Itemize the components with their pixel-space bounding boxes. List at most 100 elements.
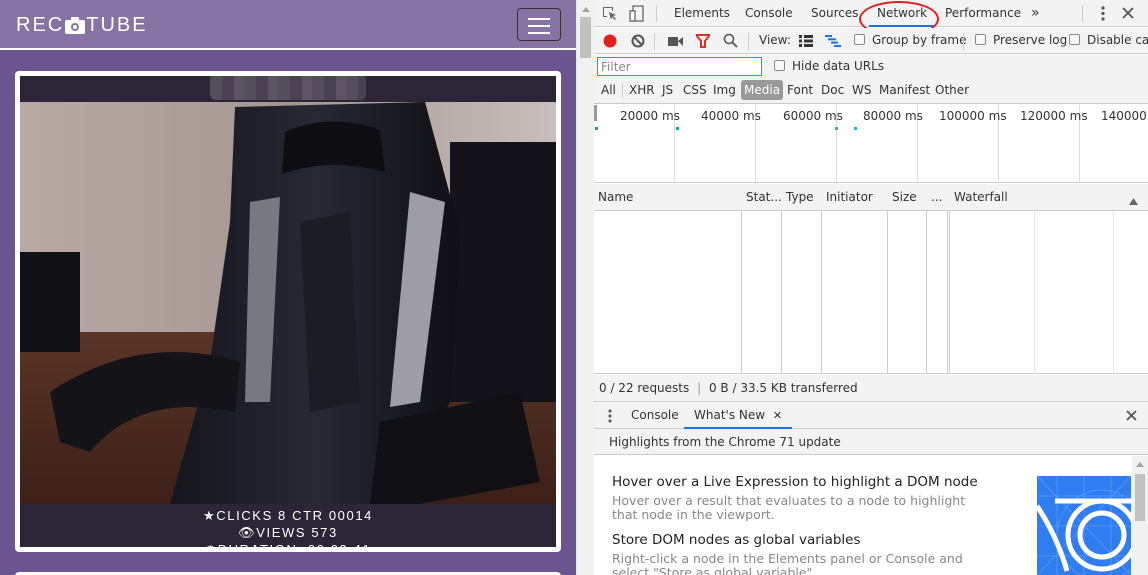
- timeline-tick-label: 120000 ms: [1020, 109, 1088, 123]
- column-type[interactable]: Type: [782, 184, 821, 211]
- tab-performance[interactable]: Performance: [945, 0, 1021, 27]
- network-overview-timeline[interactable]: 20000 ms 40000 ms 60000 ms 80000 ms 1000…: [594, 105, 1148, 183]
- page-scrollbar[interactable]: [576, 0, 594, 575]
- filter-input[interactable]: [597, 57, 762, 76]
- drawer-tab-whats-new[interactable]: What's New ✕: [684, 402, 793, 429]
- type-filter-all[interactable]: All: [598, 80, 619, 100]
- hamburger-icon: [528, 32, 550, 34]
- drawer-menu-icon[interactable]: [608, 409, 612, 426]
- filter-bar: Hide data URLs All XHR JS CSS Img Media …: [594, 55, 1148, 104]
- column-status[interactable]: Stat...: [742, 184, 781, 211]
- tab-sources[interactable]: Sources: [811, 0, 858, 27]
- type-filter-media[interactable]: Media: [741, 80, 784, 100]
- scroll-up-arrow-icon[interactable]: [1136, 462, 1144, 467]
- close-devtools-icon[interactable]: [1122, 7, 1134, 22]
- more-tabs-chevron-icon[interactable]: »: [1031, 0, 1040, 27]
- hamburger-icon: [528, 25, 550, 27]
- hamburger-icon: [528, 18, 550, 20]
- close-tab-icon[interactable]: ✕: [773, 409, 782, 422]
- requests-table: Name Stat... Type Initiator Size ... Wat…: [594, 184, 1148, 374]
- search-icon[interactable]: [723, 33, 738, 51]
- capture-screenshots-icon[interactable]: [668, 36, 683, 50]
- whats-new-item-title: Store DOM nodes as global variables: [612, 532, 861, 548]
- type-filter-img[interactable]: Img: [710, 80, 739, 100]
- disable-cache-checkbox[interactable]: [1069, 34, 1080, 45]
- scrollbar-thumb[interactable]: [1135, 474, 1145, 521]
- whats-new-scrollbar[interactable]: [1132, 456, 1148, 575]
- timeline-tick-label: 60000 ms: [783, 109, 843, 123]
- type-filter-font[interactable]: Font: [784, 80, 816, 100]
- network-toolbar: View: Group by frame Preserve log Disabl…: [594, 28, 1148, 54]
- menu-toggle-button[interactable]: [517, 8, 561, 41]
- device-toolbar-icon[interactable]: [629, 5, 645, 25]
- type-filter-ws[interactable]: WS: [849, 80, 874, 100]
- group-by-frame-checkbox[interactable]: [854, 34, 865, 45]
- preserve-log-checkbox[interactable]: [975, 34, 986, 45]
- type-filter-css[interactable]: CSS: [680, 80, 710, 100]
- views-stat: 👁VIEWS 573: [238, 525, 338, 540]
- network-summary-bar: 0 / 22 requests | 0 B / 33.5 KB transfer…: [594, 375, 1148, 402]
- column-initiator[interactable]: Initiator: [822, 184, 887, 211]
- column-time[interactable]: ...: [927, 184, 947, 211]
- request-marker: [595, 127, 598, 130]
- timeline-tick-label: 40000 ms: [701, 109, 761, 123]
- requests-table-header: Name Stat... Type Initiator Size ... Wat…: [594, 184, 1148, 211]
- sort-ascending-icon[interactable]: [1129, 194, 1138, 208]
- request-marker: [676, 127, 679, 130]
- column-waterfall[interactable]: Waterfall: [950, 184, 1120, 211]
- whats-new-item-desc: Hover over a result that evaluates to a …: [612, 493, 966, 522]
- type-filter-js[interactable]: JS: [659, 80, 676, 100]
- camera-icon: [65, 17, 86, 34]
- request-marker: [835, 127, 838, 130]
- clicks-ctr-stat: ★CLICKS 8 CTR 00014: [203, 508, 373, 523]
- video-thumbnail[interactable]: [20, 102, 556, 504]
- whats-new-content: Hover over a Live Expression to highligh…: [594, 456, 1148, 575]
- clear-icon[interactable]: [631, 34, 645, 51]
- devtools-panel: Elements Console Sources Network Perform…: [594, 0, 1148, 575]
- brand-logo[interactable]: REC TUBE: [16, 14, 148, 37]
- duration-stat: ◷DURATION: 00:03:41: [20, 541, 556, 547]
- star-icon: ★: [203, 508, 217, 523]
- transferred-size: 0 B / 33.5 KB transferred: [708, 381, 858, 395]
- tab-console[interactable]: Console: [745, 0, 793, 27]
- type-filter-manifest[interactable]: Manifest: [876, 80, 933, 100]
- type-filter-other[interactable]: Other: [932, 80, 972, 100]
- timeline-tick-label: 20000 ms: [620, 109, 680, 123]
- type-filter-doc[interactable]: Doc: [818, 80, 847, 100]
- kebab-menu-icon[interactable]: [1101, 6, 1105, 24]
- large-rows-icon[interactable]: [799, 35, 813, 50]
- tab-network[interactable]: Network: [869, 0, 936, 27]
- chrome-devtools-feature-image: [1037, 476, 1131, 575]
- hide-data-urls-label: Hide data URLs: [792, 59, 885, 73]
- timeline-tick-label: 100000 ms: [939, 109, 1007, 123]
- close-drawer-icon[interactable]: [1126, 410, 1137, 424]
- disable-cache-label: Disable cac: [1087, 33, 1148, 47]
- whats-new-item-desc: Right-click a node in the Elements panel…: [612, 551, 963, 575]
- drawer-tab-console[interactable]: Console: [631, 402, 679, 429]
- video-stats: ★CLICKS 8 CTR 00014 👁VIEWS 573 ◷DURATION…: [20, 504, 556, 547]
- filter-icon[interactable]: [693, 34, 713, 51]
- clock-icon: ◷: [205, 542, 218, 547]
- hide-data-urls-checkbox[interactable]: [774, 60, 785, 71]
- view-label: View:: [759, 33, 791, 47]
- record-icon[interactable]: [603, 34, 617, 51]
- preserve-log-label: Preserve log: [993, 33, 1068, 47]
- eye-icon: 👁: [238, 525, 257, 540]
- blurred-video-title: [210, 76, 366, 100]
- request-marker: [854, 127, 857, 130]
- inspect-element-icon[interactable]: [602, 6, 618, 25]
- column-name[interactable]: Name: [594, 184, 741, 211]
- video-card[interactable]: ★CLICKS 8 CTR 00014 👁VIEWS 573 ◷DURATION…: [15, 71, 561, 552]
- video-title-bar: [20, 76, 556, 102]
- type-filter-xhr[interactable]: XHR: [626, 80, 658, 100]
- scrollbar-thumb[interactable]: [580, 17, 591, 58]
- web-page: REC TUBE ★CLICKS 8 CTR 00014 👁VIEWS 573: [0, 0, 576, 575]
- tab-elements[interactable]: Elements: [674, 0, 730, 27]
- whats-new-header: Highlights from the Chrome 71 update: [594, 429, 1148, 455]
- scroll-up-arrow-icon[interactable]: [582, 7, 590, 12]
- show-overview-icon[interactable]: [825, 35, 841, 50]
- column-size[interactable]: Size: [888, 184, 926, 211]
- brand-text-before: REC: [16, 14, 65, 36]
- timeline-tick-label: 140000 ms: [1101, 109, 1148, 123]
- group-by-frame-label: Group by frame: [872, 33, 967, 47]
